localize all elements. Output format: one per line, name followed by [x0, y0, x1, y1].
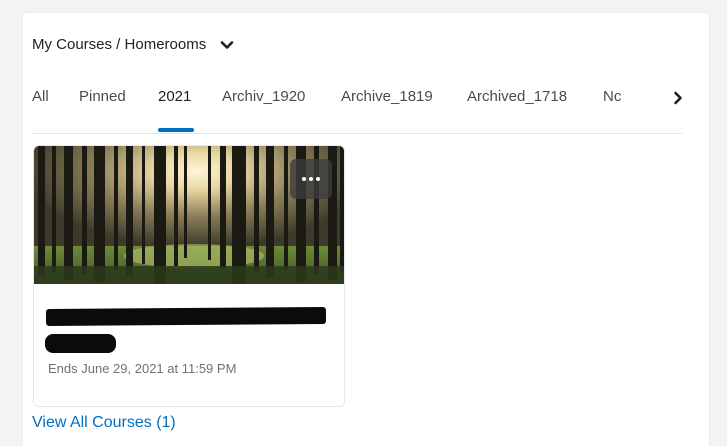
tab-archived-1718[interactable]: Archived_1718	[467, 88, 567, 105]
tab-archiv-1920[interactable]: Archiv_1920	[222, 88, 305, 105]
course-end-date: Ends June 29, 2021 at 11:59 PM	[48, 361, 237, 376]
widget-header[interactable]: My Courses / Homerooms	[32, 36, 234, 53]
course-options-button[interactable]	[290, 159, 332, 199]
tab-all[interactable]: All	[32, 88, 49, 105]
tabs-next-button[interactable]	[666, 86, 690, 110]
chevron-down-icon[interactable]	[220, 38, 234, 52]
active-tab-indicator	[158, 128, 194, 132]
course-name-redacted	[45, 307, 327, 326]
tab-2021[interactable]: 2021	[158, 88, 191, 105]
tab-pinned[interactable]: Pinned	[79, 88, 126, 105]
view-all-courses-link[interactable]: View All Courses (1)	[32, 414, 176, 432]
tab-overflow-fade	[620, 84, 658, 124]
course-code-redacted	[45, 334, 116, 353]
widget-title: My Courses / Homerooms	[32, 36, 207, 53]
course-tabs: All Pinned 2021 Archiv_1920 Archive_1819…	[32, 84, 682, 134]
more-options-icon	[302, 177, 306, 181]
tab-truncated[interactable]: Nc	[603, 88, 621, 105]
chevron-right-icon	[674, 91, 682, 105]
course-card[interactable]: Ends June 29, 2021 at 11:59 PM	[33, 145, 345, 407]
tab-archive-1819[interactable]: Archive_1819	[341, 88, 433, 105]
